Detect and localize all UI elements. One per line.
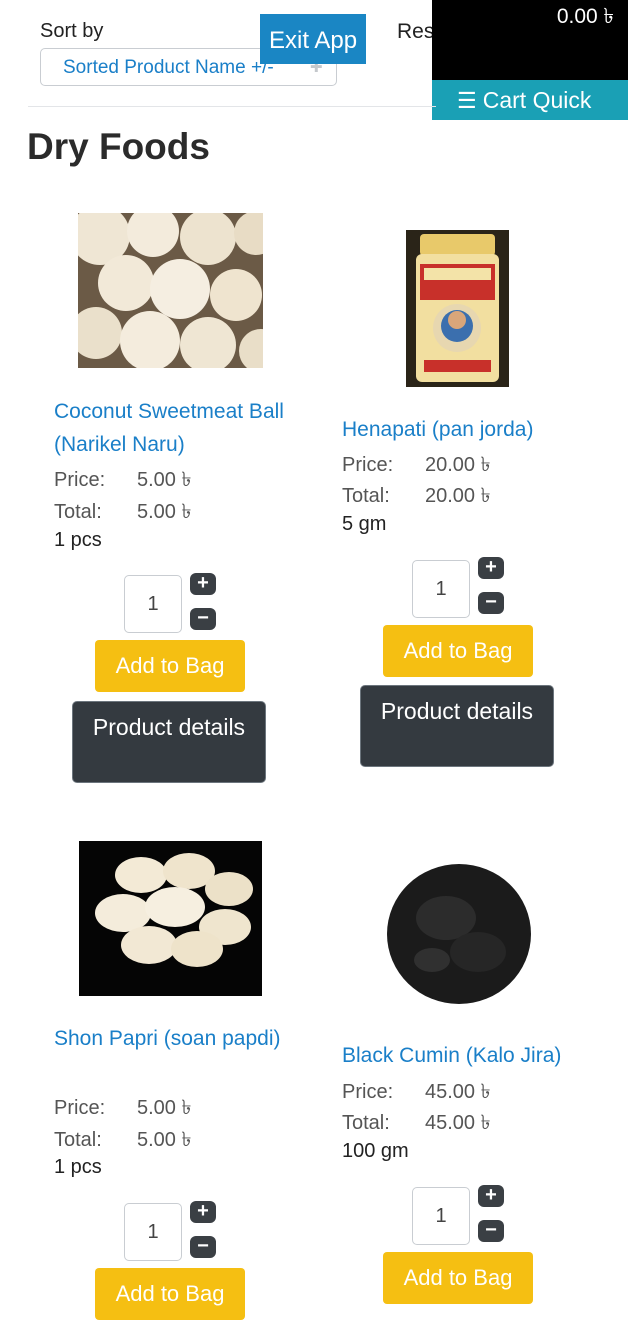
total-line: Total: 20.00 ৳ [342,481,491,514]
price-label: Price: [342,454,394,476]
total-label: Total: [54,1129,102,1151]
sort-select-value: Sorted Product Name +/- [63,57,274,78]
price-value: 5.00 ৳ [137,1097,192,1119]
total-line: Total: 5.00 ৳ [54,497,191,530]
product-image-henapati[interactable] [406,230,509,387]
cart-total-amount: 0.00 ৳ [556,5,614,28]
minus-icon[interactable]: − [190,608,216,630]
product-details-button[interactable]: Product details [360,685,554,767]
total-value: 20.00 ৳ [425,485,491,507]
plus-icon[interactable]: + [190,1201,216,1223]
product-details-button[interactable]: Product details [72,701,266,783]
list-icon: ☰ [457,88,477,113]
price-value: 5.00 ৳ [137,469,192,491]
price-value: 20.00 ৳ [425,454,491,476]
plus-icon[interactable]: + [478,1185,504,1207]
cart-total-box: 0.00 ৳ [432,0,628,80]
cart-quick-button[interactable]: ☰ Cart Quick [432,80,628,120]
cart-quick-label: Cart Quick [482,87,592,113]
plus-icon[interactable]: + [190,573,216,595]
unit-text: 1 pcs [54,529,102,551]
product-image-black-cumin[interactable] [380,856,538,1012]
price-value: 45.00 ৳ [425,1081,491,1103]
total-line: Total: 5.00 ৳ [54,1125,191,1158]
quantity-input[interactable]: 1 [412,560,470,618]
exit-app-button[interactable]: Exit App [260,14,366,64]
price-label: Price: [342,1081,394,1103]
sort-by-label: Sort by [40,20,104,42]
add-to-bag-button[interactable]: Add to Bag [95,640,245,692]
quantity-input[interactable]: 1 [412,1187,470,1245]
unit-text: 100 gm [342,1140,409,1162]
plus-icon[interactable]: + [478,557,504,579]
total-value: 45.00 ৳ [425,1112,491,1134]
product-image-coconut-balls[interactable] [78,213,263,368]
product-name[interactable]: Henapati (pan jorda) [342,413,572,446]
minus-icon[interactable]: − [190,1236,216,1258]
unit-text: 1 pcs [54,1156,102,1178]
quantity-input[interactable]: 1 [124,575,182,633]
total-label: Total: [54,501,102,523]
price-label: Price: [54,1097,106,1119]
product-name[interactable]: Shon Papri (soan papdi) [54,1022,284,1055]
total-value: 5.00 ৳ [137,501,192,523]
price-line: Price: 20.00 ৳ [342,450,491,483]
product-name[interactable]: Black Cumin (Kalo Jira) [342,1039,602,1072]
quantity-input[interactable]: 1 [124,1203,182,1261]
unit-text: 5 gm [342,513,387,535]
minus-icon[interactable]: − [478,1220,504,1242]
price-line: Price: 5.00 ৳ [54,465,191,498]
minus-icon[interactable]: − [478,592,504,614]
price-line: Price: 45.00 ৳ [342,1077,491,1110]
add-to-bag-button[interactable]: Add to Bag [383,625,533,677]
total-line: Total: 45.00 ৳ [342,1108,491,1141]
total-label: Total: [342,1112,390,1134]
add-to-bag-button[interactable]: Add to Bag [95,1268,245,1320]
add-to-bag-button[interactable]: Add to Bag [383,1252,533,1304]
header-divider [28,106,436,107]
product-name[interactable]: Coconut Sweetmeat Ball (Narikel Naru) [54,395,284,461]
category-title: Dry Foods [27,126,210,167]
total-label: Total: [342,485,390,507]
price-line: Price: 5.00 ৳ [54,1093,191,1126]
reset-link[interactable]: Res [397,20,434,44]
product-image-shon-papri[interactable] [79,841,262,996]
price-label: Price: [54,469,106,491]
total-value: 5.00 ৳ [137,1129,192,1151]
